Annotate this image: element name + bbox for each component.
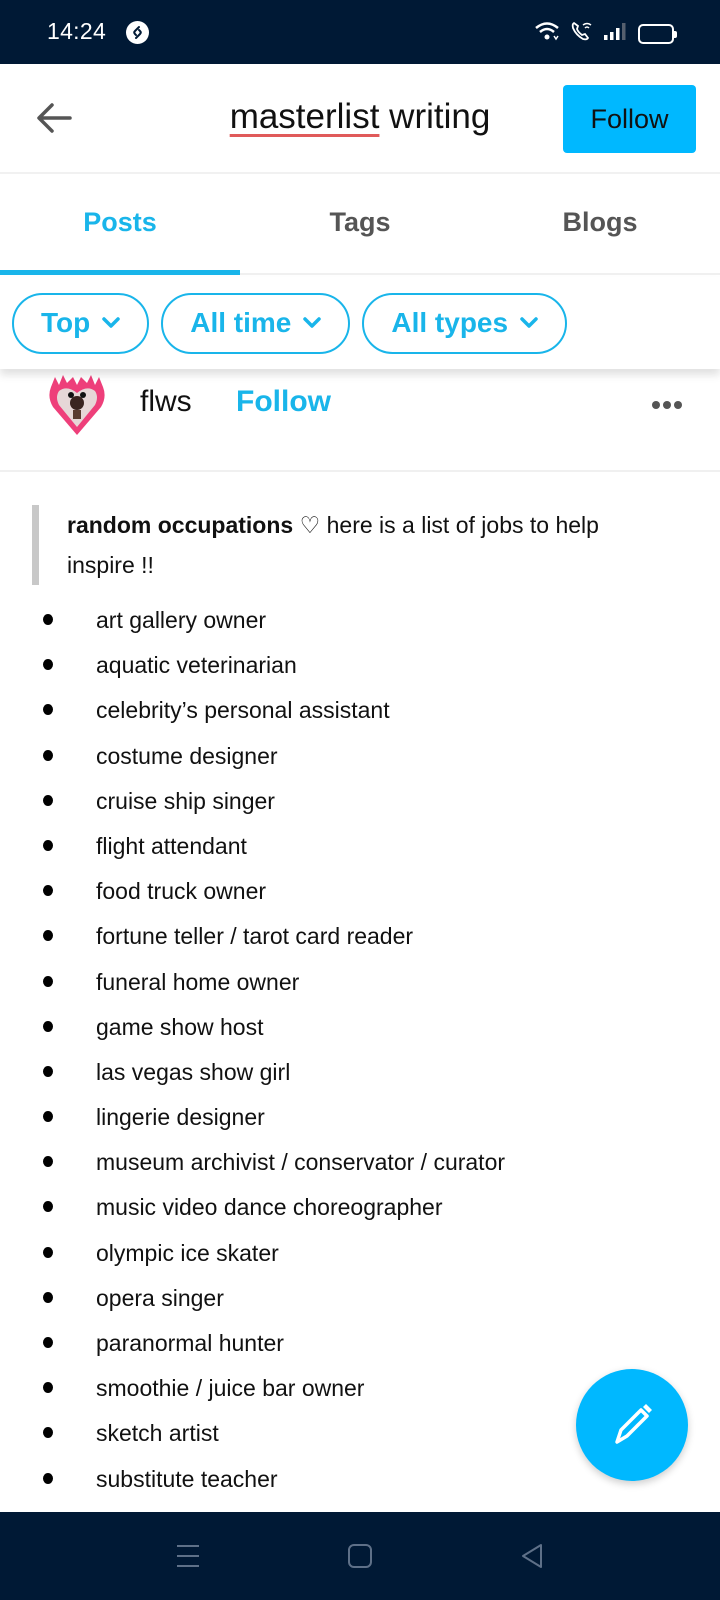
system-nav-bar: [0, 1512, 720, 1600]
home-button[interactable]: [340, 1540, 380, 1572]
menu-icon: [177, 1545, 199, 1567]
bullet-icon: [43, 1065, 53, 1077]
chevron-down-icon: [520, 317, 538, 328]
follow-tag-button[interactable]: Follow: [563, 85, 696, 153]
list-item: flight attendant: [0, 833, 720, 878]
list-item: funeral home owner: [0, 969, 720, 1014]
quote-title: random occupations: [67, 512, 294, 538]
chevron-down-icon: [303, 317, 322, 328]
list-item: aquatic veterinarian: [0, 652, 720, 697]
list-item: opera singer: [0, 1285, 720, 1330]
tab-posts[interactable]: Posts: [0, 175, 240, 275]
heart-outline-icon: ♡: [293, 512, 327, 538]
status-icons: [534, 20, 677, 47]
bullet-icon: [43, 659, 53, 671]
list-item: olympic ice skater: [0, 1240, 720, 1285]
back-triangle-icon: [522, 1544, 542, 1568]
bullet-icon: [43, 704, 53, 716]
list-item: game show host: [0, 1014, 720, 1059]
more-options-button[interactable]: [652, 401, 682, 409]
filter-bar: Top All time All types: [0, 277, 720, 369]
wifi-icon: [534, 21, 560, 46]
chevron-down-icon: [102, 317, 120, 328]
pencil-icon: [615, 1404, 652, 1444]
post-header: flws Follow: [0, 369, 720, 472]
bullet-icon: [43, 794, 53, 806]
bullet-icon: [43, 749, 53, 761]
tag-header: masterlist writing Follow: [0, 64, 720, 174]
title-misspelled-word: masterlist: [229, 97, 380, 136]
list-item: food truck owner: [0, 878, 720, 923]
bullet-icon: [43, 975, 53, 987]
filter-label: Top: [41, 307, 91, 338]
signal-icon: [602, 21, 628, 46]
status-bar: 14:24: [0, 0, 720, 64]
blog-name[interactable]: flws: [140, 385, 192, 419]
filter-label: All types: [391, 307, 509, 338]
bullet-icon: [43, 1291, 53, 1303]
status-time: 14:24: [47, 18, 107, 44]
shazam-icon: [126, 21, 149, 44]
battery-icon: [638, 23, 677, 44]
avatar[interactable]: [47, 373, 107, 437]
filter-type-dropdown[interactable]: All types: [362, 292, 568, 354]
tab-blogs[interactable]: Blogs: [480, 175, 720, 273]
filter-label: All time: [190, 307, 292, 338]
filter-time-dropdown[interactable]: All time: [161, 292, 351, 354]
title-rest: writing: [379, 97, 491, 136]
back-nav-button[interactable]: [512, 1540, 552, 1572]
bullet-icon: [43, 1201, 53, 1213]
bullet-icon: [43, 1020, 53, 1032]
more-horizontal-icon: [652, 401, 660, 409]
list-item: celebrity’s personal assistant: [0, 697, 720, 742]
compose-post-button[interactable]: [576, 1369, 688, 1481]
bullet-icon: [43, 885, 53, 897]
post-quote: random occupations ♡ here is a list of j…: [32, 505, 652, 585]
bullet-icon: [43, 1337, 53, 1348]
filter-sort-dropdown[interactable]: Top: [12, 292, 150, 354]
list-item: paranormal hunter: [0, 1330, 720, 1375]
tabs: Posts Tags Blogs: [0, 175, 720, 275]
follow-blog-button[interactable]: Follow: [236, 385, 331, 419]
bullet-icon: [43, 614, 53, 625]
bullet-icon: [43, 1246, 53, 1258]
tab-tags[interactable]: Tags: [240, 175, 480, 273]
bullet-icon: [43, 1472, 53, 1484]
list-item: art gallery owner: [0, 607, 720, 652]
list-item: cruise ship singer: [0, 788, 720, 833]
recent-apps-button[interactable]: [168, 1540, 208, 1572]
list-item: museum archivist / conservator / curator: [0, 1149, 720, 1194]
bullet-icon: [43, 839, 53, 851]
list-item: lingerie designer: [0, 1104, 720, 1149]
list-item: costume designer: [0, 743, 720, 788]
bullet-icon: [43, 1156, 53, 1168]
wifi-calling-icon: [570, 20, 592, 47]
list-item: fortune teller / tarot card reader: [0, 923, 720, 968]
list-item: music video dance choreographer: [0, 1194, 720, 1239]
list-item: las vegas show girl: [0, 1059, 720, 1104]
bullet-icon: [43, 1427, 53, 1439]
bullet-icon: [43, 930, 53, 942]
bullet-icon: [43, 1111, 53, 1123]
bullet-icon: [43, 1382, 53, 1394]
home-square-icon: [348, 1544, 372, 1568]
